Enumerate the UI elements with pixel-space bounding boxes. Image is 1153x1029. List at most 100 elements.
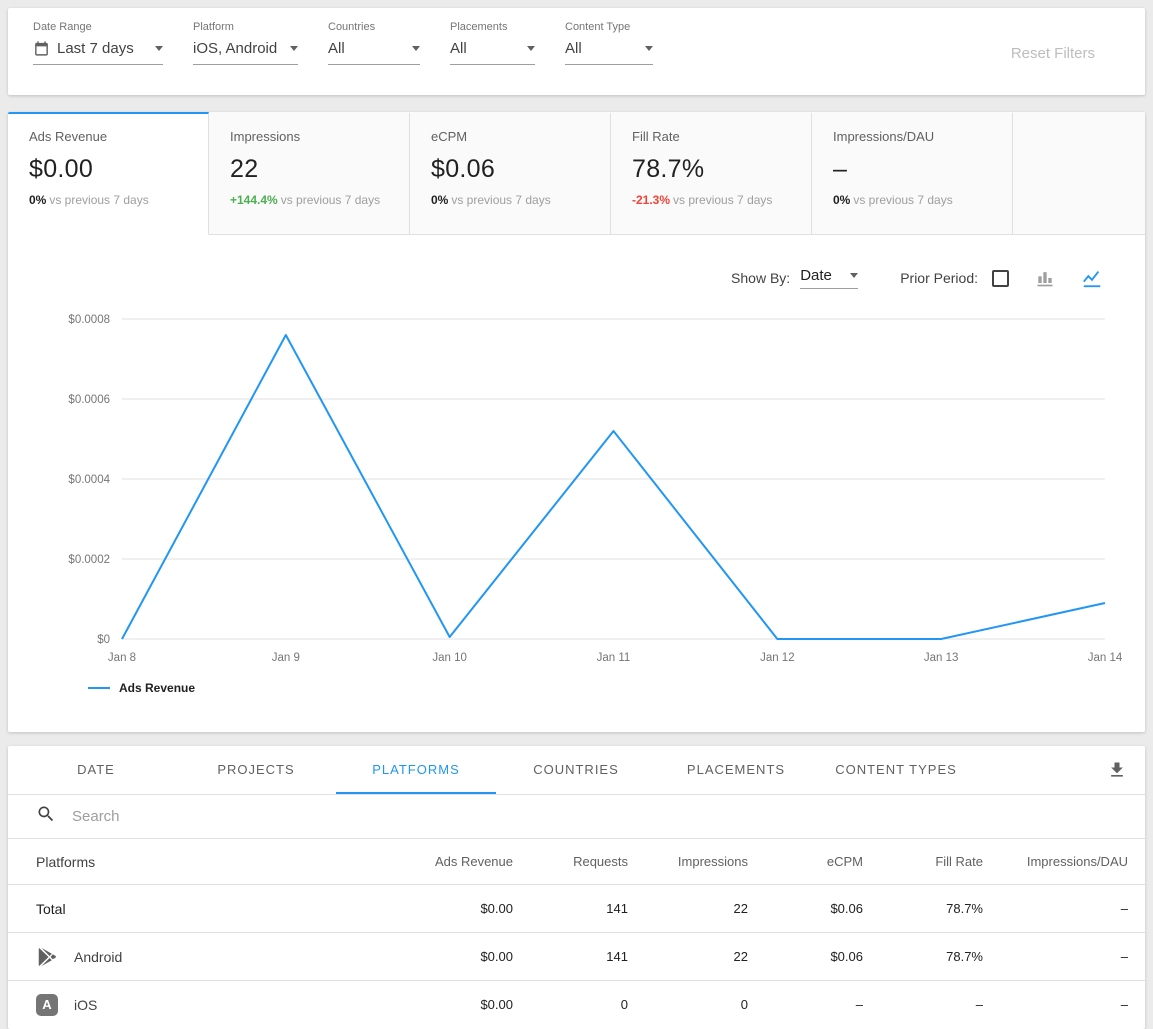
svg-text:Jan 9: Jan 9 <box>272 652 300 664</box>
date-range-value: Last 7 days <box>57 40 155 57</box>
metric-card-impressions-dau[interactable]: Impressions/DAU – 0%vs previous 7 days <box>812 112 1013 235</box>
show-by-value: Date <box>800 267 850 284</box>
svg-text:$0: $0 <box>97 634 110 646</box>
search-icon <box>36 804 56 829</box>
column-header-ecpm: eCPM <box>748 854 863 869</box>
filter-platform: Platform iOS, Android <box>193 21 298 65</box>
tab-content-types[interactable]: CONTENT TYPES <box>816 746 976 794</box>
chevron-down-icon <box>645 46 653 51</box>
cell-requests: 141 <box>513 949 628 964</box>
cell-fill-rate: – <box>863 997 983 1012</box>
prior-period-checkbox[interactable] <box>992 270 1009 287</box>
tab-platforms[interactable]: PLATFORMS <box>336 746 496 794</box>
metric-label: Ads Revenue <box>29 129 194 144</box>
metric-delta-suffix: vs previous 7 days <box>853 193 952 207</box>
svg-text:Jan 12: Jan 12 <box>760 652 795 664</box>
metric-delta: 0% <box>29 193 46 207</box>
row-name-cell: Total <box>36 901 393 917</box>
metric-delta: -21.3% <box>632 193 670 207</box>
metric-card-ecpm[interactable]: eCPM $0.06 0%vs previous 7 days <box>410 112 611 235</box>
metric-card-ads-revenue[interactable]: Ads Revenue $0.00 0%vs previous 7 days <box>8 112 209 235</box>
countries-select[interactable]: All <box>328 40 420 65</box>
row-name: iOS <box>74 997 97 1013</box>
chart-controls: Show By: Date Prior Period: <box>8 235 1145 295</box>
reset-filters-button[interactable]: Reset Filters <box>1011 45 1095 62</box>
metrics-and-chart-card: Ads Revenue $0.00 0%vs previous 7 days I… <box>8 112 1145 732</box>
metric-delta-row: +144.4%vs previous 7 days <box>230 193 395 207</box>
cell-ecpm: $0.06 <box>748 901 863 916</box>
placements-label: Placements <box>450 21 535 33</box>
countries-value: All <box>328 40 412 57</box>
metric-delta: 0% <box>431 193 448 207</box>
cell-impressions: 0 <box>628 997 748 1012</box>
column-header-fill-rate: Fill Rate <box>863 854 983 869</box>
filter-date-range: Date Range Last 7 days <box>33 21 163 65</box>
metric-delta-suffix: vs previous 7 days <box>673 193 772 207</box>
legend-label: Ads Revenue <box>119 681 195 695</box>
download-icon[interactable] <box>1089 746 1145 794</box>
cell-fill-rate: 78.7% <box>863 901 983 916</box>
cell-ecpm: $0.06 <box>748 949 863 964</box>
metric-delta-row: -21.3%vs previous 7 days <box>632 193 797 207</box>
content-type-label: Content Type <box>565 21 653 33</box>
row-name-cell: A iOS <box>36 994 393 1016</box>
tab-date[interactable]: DATE <box>16 746 176 794</box>
metric-delta-row: 0%vs previous 7 days <box>29 193 194 207</box>
column-header-platforms: Platforms <box>36 854 393 870</box>
tab-countries[interactable]: COUNTRIES <box>496 746 656 794</box>
bar-chart-toggle-icon[interactable] <box>1035 268 1055 288</box>
placements-select[interactable]: All <box>450 40 535 65</box>
cell-requests: 0 <box>513 997 628 1012</box>
content-type-select[interactable]: All <box>565 40 653 65</box>
placements-value: All <box>450 40 527 57</box>
metric-card-fill-rate[interactable]: Fill Rate 78.7% -21.3%vs previous 7 days <box>611 112 812 235</box>
metric-delta-suffix: vs previous 7 days <box>281 193 380 207</box>
column-header-impressions: Impressions <box>628 854 748 869</box>
metric-value: $0.00 <box>29 155 194 184</box>
chart-legend: Ads Revenue <box>88 681 1145 695</box>
cell-impressions-dau: – <box>983 997 1128 1012</box>
svg-text:Jan 10: Jan 10 <box>432 652 467 664</box>
tabs-spacer <box>976 746 1089 794</box>
platform-value: iOS, Android <box>193 40 290 57</box>
chevron-down-icon <box>527 46 535 51</box>
table-row-ios[interactable]: A iOS $0.00 0 0 – – – <box>8 980 1145 1028</box>
metric-tabs-filler <box>1013 112 1145 235</box>
cell-impressions: 22 <box>628 949 748 964</box>
date-range-select[interactable]: Last 7 days <box>33 40 163 65</box>
line-chart-toggle-icon[interactable] <box>1081 267 1103 289</box>
breakdown-table-card: DATE PROJECTS PLATFORMS COUNTRIES PLACEM… <box>8 746 1145 1029</box>
svg-text:Jan 8: Jan 8 <box>108 652 136 664</box>
table-row-total[interactable]: Total $0.00 141 22 $0.06 78.7% – <box>8 884 1145 932</box>
breakdown-tabs: DATE PROJECTS PLATFORMS COUNTRIES PLACEM… <box>8 746 1145 795</box>
chevron-down-icon <box>850 273 858 278</box>
filter-countries: Countries All <box>328 21 420 65</box>
metric-label: Impressions <box>230 129 395 144</box>
table-row-android[interactable]: Android $0.00 141 22 $0.06 78.7% – <box>8 932 1145 980</box>
date-range-label: Date Range <box>33 21 163 33</box>
row-name-cell: Android <box>36 946 393 968</box>
platform-select[interactable]: iOS, Android <box>193 40 298 65</box>
show-by-select[interactable]: Date <box>800 267 858 289</box>
cell-impressions-dau: – <box>983 949 1128 964</box>
cell-fill-rate: 78.7% <box>863 949 983 964</box>
filter-content-type: Content Type All <box>565 21 653 65</box>
table-search-row <box>8 795 1145 839</box>
calendar-icon <box>33 40 50 57</box>
metric-delta-suffix: vs previous 7 days <box>451 193 550 207</box>
prior-period-label: Prior Period: <box>900 270 978 286</box>
tab-projects[interactable]: PROJECTS <box>176 746 336 794</box>
metric-tabs: Ads Revenue $0.00 0%vs previous 7 days I… <box>8 112 1145 235</box>
metric-delta: +144.4% <box>230 193 278 207</box>
row-name: Total <box>36 901 66 917</box>
chart-plot: $0$0.0002$0.0004$0.0006$0.0008Jan 8Jan 9… <box>34 307 1119 677</box>
metric-value: 22 <box>230 155 395 184</box>
filter-placements: Placements All <box>450 21 535 65</box>
tab-placements[interactable]: PLACEMENTS <box>656 746 816 794</box>
search-input[interactable] <box>72 808 1117 825</box>
svg-text:$0.0002: $0.0002 <box>68 554 110 566</box>
cell-requests: 141 <box>513 901 628 916</box>
column-header-impressions-dau: Impressions/DAU <box>983 854 1128 869</box>
metric-card-impressions[interactable]: Impressions 22 +144.4%vs previous 7 days <box>209 112 410 235</box>
cell-ads-revenue: $0.00 <box>393 949 513 964</box>
